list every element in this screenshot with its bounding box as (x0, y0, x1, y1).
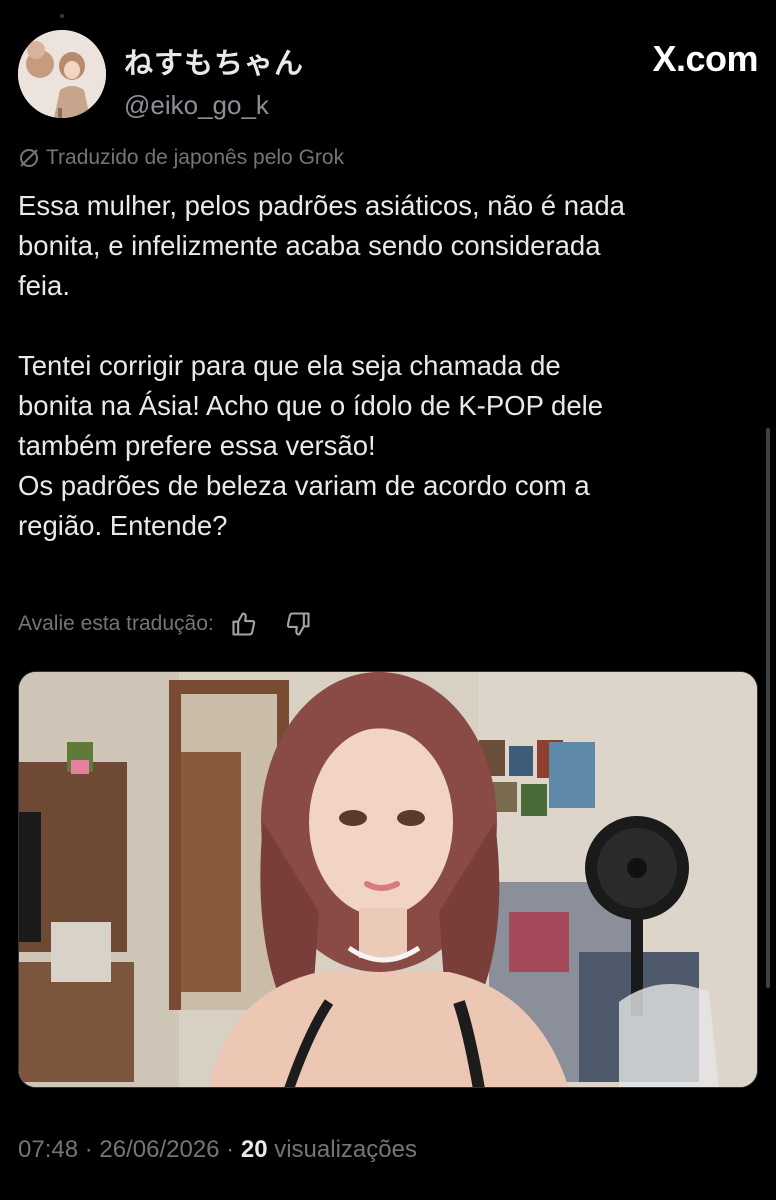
display-name[interactable]: ねすもちゃん (124, 40, 304, 82)
avatar[interactable] (18, 30, 106, 118)
thumbs-up-icon (232, 612, 255, 636)
tweet-photo[interactable] (18, 671, 758, 1088)
scrollbar[interactable] (766, 428, 770, 988)
tweet-line: Essa mulher, pelos padrões asiáticos, nã… (18, 190, 625, 221)
photo-image (19, 672, 757, 1087)
thumbs-down-icon (286, 612, 310, 636)
tweet-time[interactable]: 07:48 (18, 1136, 78, 1163)
tweet-line: região. Entende? (18, 510, 228, 541)
user-handle[interactable]: @eiko_go_k (124, 90, 304, 121)
tweet-line: também prefere essa versão! (18, 430, 376, 461)
tweet-line: feia. (18, 270, 70, 301)
tweet-line: bonita, e infelizmente acaba sendo consi… (18, 230, 601, 261)
grok-icon (20, 149, 38, 167)
thumbs-up-button[interactable] (230, 610, 258, 638)
tweet-screen: ねすもちゃん @eiko_go_k X.com Traduzido de jap… (0, 0, 776, 1200)
rate-translation: Avalie esta tradução: (18, 610, 312, 638)
tweet-meta: 07:48 · 26/06/2026 · 20 visualizações (18, 1136, 417, 1164)
user-info: ねすもちゃん @eiko_go_k (124, 40, 304, 121)
thumbs-down-button[interactable] (284, 610, 312, 638)
tweet-text: Essa mulher, pelos padrões asiáticos, nã… (18, 186, 758, 546)
tweet-header: ねすもちゃん @eiko_go_k X.com (18, 30, 758, 120)
rate-translation-label: Avalie esta tradução: (18, 612, 214, 635)
meta-separator: · (78, 1136, 100, 1163)
meta-separator: · (219, 1136, 241, 1163)
translation-note: Traduzido de japonês pelo Grok (18, 146, 344, 170)
tweet-line: bonita na Ásia! Acho que o ídolo de K-PO… (18, 390, 604, 421)
x-logo: X.com (652, 38, 758, 79)
views-count[interactable]: 20 (241, 1136, 268, 1163)
tweet-line: Os padrões de beleza variam de acordo co… (18, 470, 590, 501)
tweet-line: Tentei corrigir para que ela seja chamad… (18, 350, 561, 381)
translation-note-text: Traduzido de japonês pelo Grok (46, 146, 345, 169)
tweet-date[interactable]: 26/06/2026 (99, 1136, 219, 1163)
views-label: visualizações (267, 1136, 417, 1163)
status-dot (60, 14, 64, 18)
avatar-image (18, 30, 106, 118)
